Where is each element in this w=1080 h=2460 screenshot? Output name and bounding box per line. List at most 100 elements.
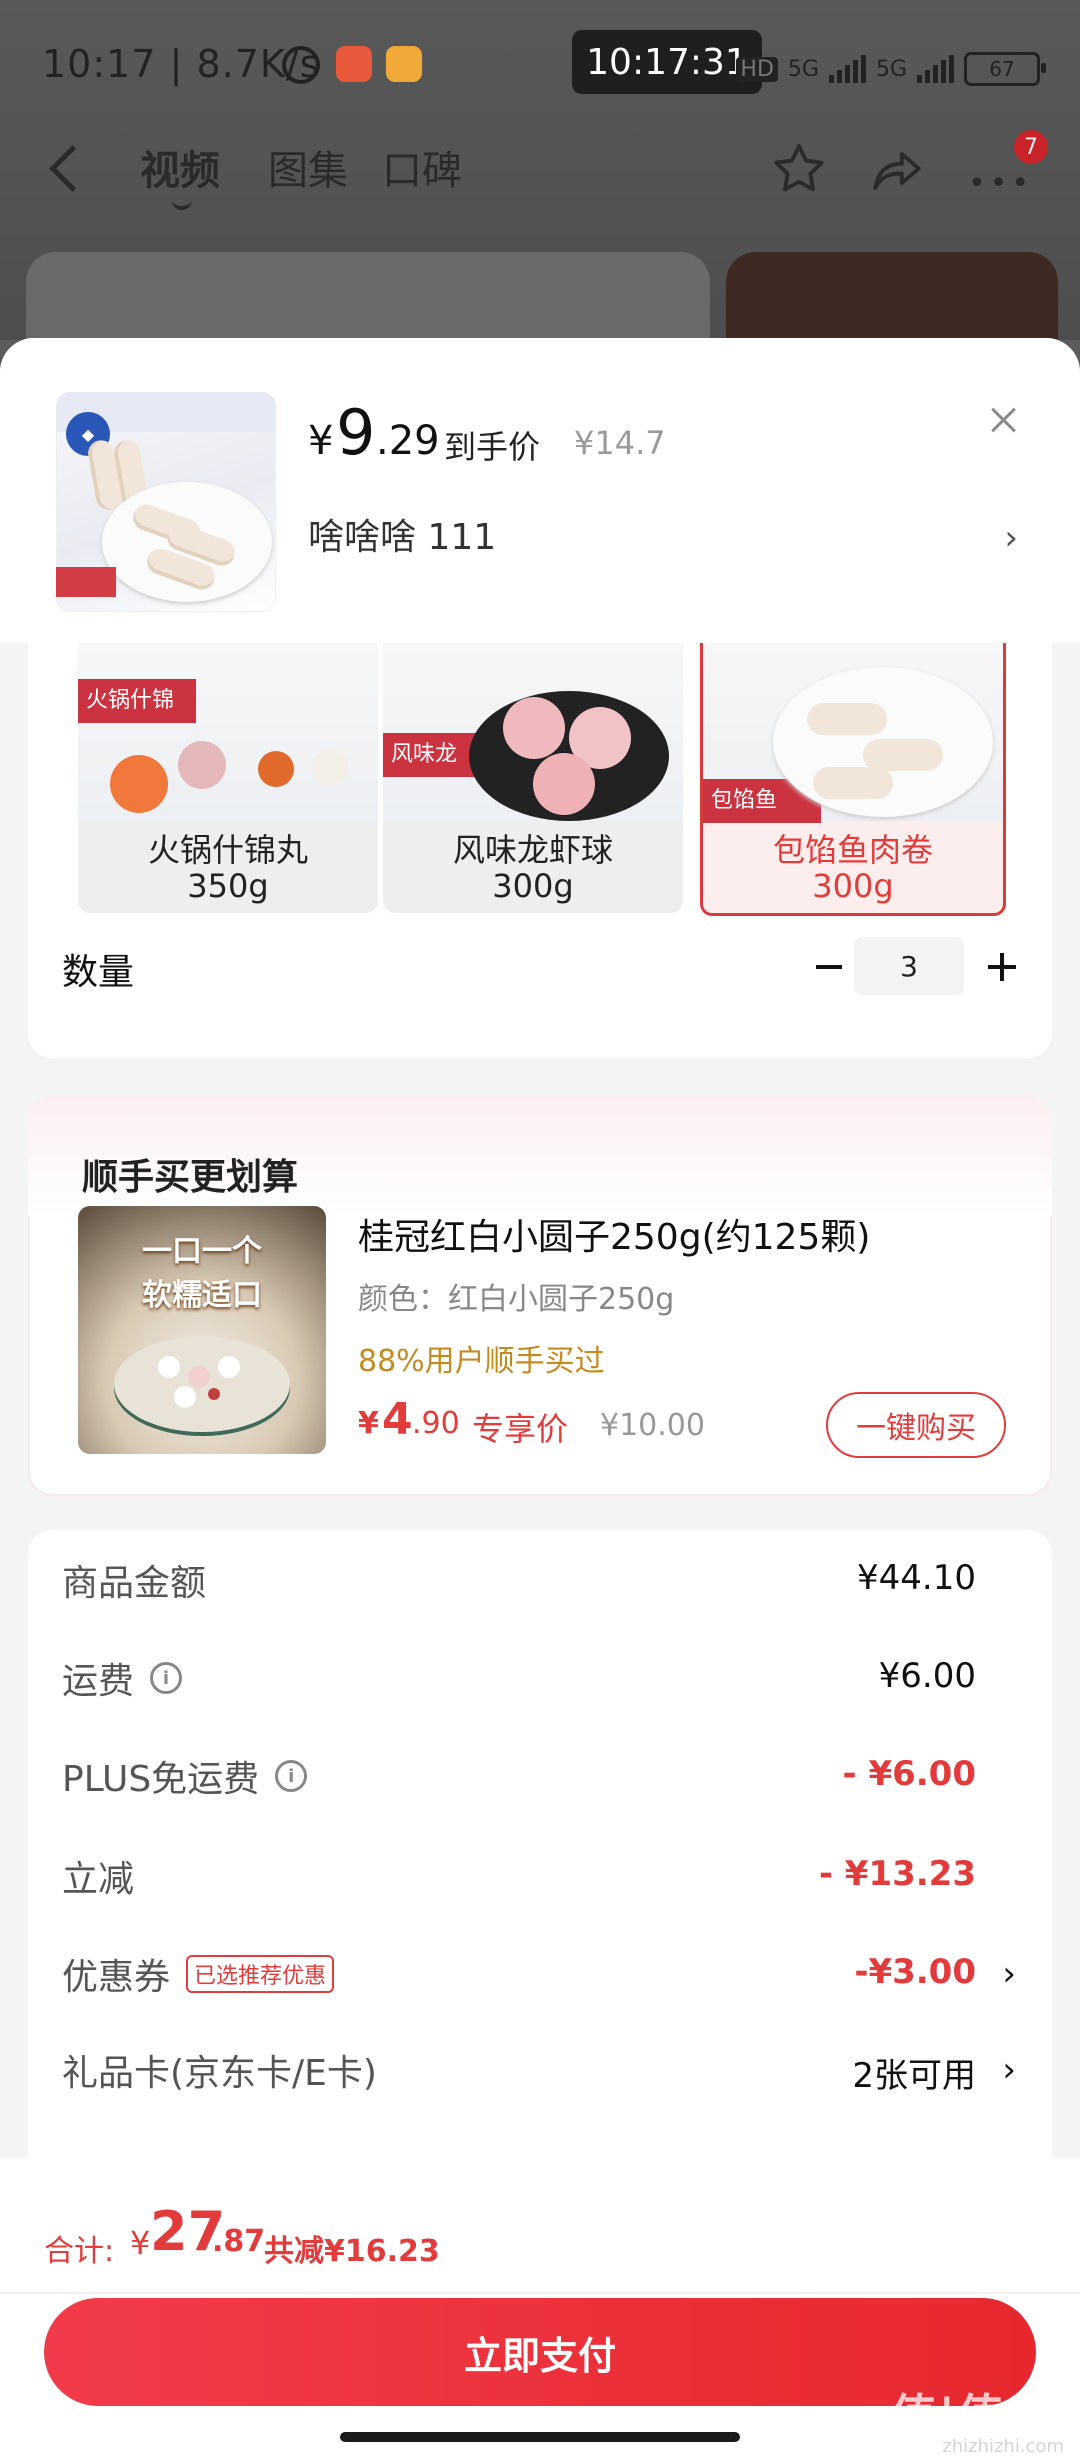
tab-gallery[interactable]: 图集 bbox=[268, 138, 348, 196]
addon-original-price: ¥10.00 bbox=[600, 1408, 705, 1443]
addon-section-title: 顺手买更划算 bbox=[82, 1157, 299, 1198]
addon-price-tag: 专享价 bbox=[472, 1410, 569, 1448]
summary-row-giftcard[interactable]: 礼品卡(京东卡/E卡) 2张可用 › bbox=[28, 2036, 1052, 2106]
price-summary: 商品金额 ¥44.10 运费 i ¥6.00 PLUS免运费 i - ¥6.00… bbox=[28, 1530, 1052, 2230]
goods-amount-value: ¥44.10 bbox=[857, 1558, 976, 1598]
info-icon[interactable]: i bbox=[150, 1662, 183, 1694]
pay-now-button[interactable]: 立即支付 bbox=[44, 2298, 1036, 2406]
addon-price-symbol: ¥ bbox=[358, 1406, 379, 1441]
variant-weight: 350g bbox=[187, 867, 269, 905]
summary-row-coupon[interactable]: 优惠券 已选推荐优惠 -¥3.00 › bbox=[28, 1940, 1052, 2010]
giftcard-label-text: 礼品卡(京东卡/E卡) bbox=[62, 2053, 377, 2094]
variant-ball bbox=[312, 749, 348, 785]
original-price: ¥14.7 bbox=[574, 424, 666, 462]
info-icon[interactable]: i bbox=[275, 1760, 308, 1792]
addon-ball bbox=[218, 1356, 240, 1378]
variant-image: 风味龙 bbox=[383, 643, 683, 821]
checkout-divider bbox=[0, 2292, 1080, 2294]
instant-discount-label: 立减 bbox=[62, 1850, 134, 1902]
screen-recording-timer: 10:17:31 bbox=[572, 30, 762, 94]
hd-icon: HD bbox=[736, 56, 778, 82]
addon-product-image[interactable]: 一口一个 软糯适口 bbox=[78, 1206, 326, 1454]
status-right-icons: HD 5G 5G 67 bbox=[736, 52, 1046, 86]
selected-spec[interactable]: 啥啥啥 111 bbox=[308, 508, 496, 560]
variant-name: 包馅鱼肉卷 bbox=[772, 831, 933, 869]
alarm-icon bbox=[282, 46, 320, 84]
chevron-right-icon[interactable]: › bbox=[1004, 518, 1018, 558]
addon-recommendation-card: 顺手买更划算 一口一个 软糯适口 桂冠红白小圆子250g(约125颗) 颜色：红… bbox=[28, 1096, 1052, 1496]
home-indicator[interactable] bbox=[340, 2432, 740, 2442]
variant-name: 火锅什锦丸 bbox=[147, 831, 308, 869]
plus-label-text: PLUS免运费 bbox=[62, 1759, 260, 1800]
price-symbol: ¥ bbox=[308, 418, 334, 464]
network-5g-label-b: 5G bbox=[875, 56, 907, 82]
coupon-value: -¥3.00 bbox=[854, 1952, 976, 1992]
quantity-input[interactable]: 3 bbox=[854, 937, 964, 995]
price-integer: 9 bbox=[336, 396, 376, 469]
variant-roll bbox=[813, 767, 893, 799]
variant-image: 火锅什锦 bbox=[78, 643, 378, 821]
variant-option-2[interactable]: 风味龙 风味龙虾球 300g bbox=[383, 643, 683, 913]
background-page: 10:17 | 8.7K/s 10:17:31 HD 5G 5G 67 视频 图… bbox=[0, 0, 1080, 372]
summary-row-instant: 立减 - ¥13.23 bbox=[28, 1842, 1052, 1912]
addon-social-proof: 88%用户顺手买过 bbox=[358, 1344, 605, 1379]
message-notification-icon bbox=[386, 46, 422, 82]
plus-free-shipping-label: PLUS免运费 i bbox=[62, 1750, 308, 1802]
purchase-sheet: ◆ ¥ 9 .29 到手价 ¥14.7 啥啥啥 111 › 火锅什锦 火锅什锦丸… bbox=[0, 338, 1080, 2460]
addon-color-spec: 颜色：红白小圆子250g bbox=[358, 1282, 675, 1317]
variant-weight: 300g bbox=[492, 867, 574, 905]
coupon-label-text: 优惠券 bbox=[62, 1957, 171, 1998]
share-icon[interactable] bbox=[868, 142, 926, 200]
tab-active-indicator bbox=[172, 196, 192, 210]
shipping-label: 运费 i bbox=[62, 1652, 183, 1704]
final-price-tag: 到手价 bbox=[444, 428, 541, 466]
addon-ball bbox=[208, 1388, 220, 1400]
tab-video[interactable]: 视频 bbox=[140, 138, 220, 196]
more-badge: 7 bbox=[1014, 130, 1048, 164]
coupon-label: 优惠券 已选推荐优惠 bbox=[62, 1948, 335, 2000]
variant-ball bbox=[533, 753, 595, 815]
product-thumbnail: ◆ bbox=[56, 392, 276, 612]
total-symbol: ¥ bbox=[130, 2224, 151, 2262]
one-click-buy-button[interactable]: 一键购买 bbox=[826, 1392, 1006, 1458]
variant-ball bbox=[503, 697, 565, 759]
quantity-decrease-button[interactable] bbox=[804, 941, 856, 993]
app-notification-icon bbox=[336, 46, 372, 82]
quantity-increase-button[interactable] bbox=[976, 941, 1028, 993]
plus-discount-value: - ¥6.00 bbox=[842, 1754, 977, 1794]
variant-option-3[interactable]: 包馅鱼 包馅鱼肉卷 300g bbox=[700, 643, 1006, 916]
tab-reviews[interactable]: 口碑 bbox=[382, 138, 462, 196]
price-decimal: .29 bbox=[376, 418, 440, 464]
total-label: 合计: bbox=[44, 2234, 115, 2269]
total-savings: 共减¥16.23 bbox=[264, 2234, 440, 2269]
variant-ball bbox=[178, 741, 226, 789]
addon-ball bbox=[188, 1366, 210, 1388]
variant-name: 风味龙虾球 bbox=[452, 831, 613, 869]
total-decimal: .87 bbox=[212, 2224, 266, 2259]
variant-band: 火锅什锦 bbox=[78, 679, 196, 723]
variant-roll bbox=[807, 703, 887, 735]
battery-icon: 67 bbox=[964, 52, 1046, 86]
close-icon[interactable] bbox=[988, 404, 1018, 434]
giftcard-label: 礼品卡(京东卡/E卡) bbox=[62, 2044, 377, 2096]
coupon-badge: 已选推荐优惠 bbox=[186, 1955, 335, 1993]
goods-amount-label: 商品金额 bbox=[62, 1554, 206, 1606]
addon-price-decimal: .90 bbox=[412, 1406, 460, 1441]
more-dots-icon[interactable]: ••• bbox=[968, 166, 1033, 201]
quantity-label: 数量 bbox=[62, 952, 135, 993]
summary-row-goods: 商品金额 ¥44.10 bbox=[28, 1546, 1052, 1616]
variant-image: 包馅鱼 bbox=[703, 643, 1003, 823]
addon-product-name[interactable]: 桂冠红白小圆子250g(约125颗) bbox=[358, 1208, 870, 1260]
shipping-label-text: 运费 bbox=[62, 1661, 135, 1702]
chevron-right-icon[interactable]: › bbox=[1002, 2050, 1016, 2090]
variant-option-1[interactable]: 火锅什锦 火锅什锦丸 350g bbox=[78, 643, 378, 913]
favorite-star-icon[interactable] bbox=[770, 140, 828, 198]
status-time-speed: 10:17 | 8.7K/s bbox=[42, 42, 321, 86]
chevron-right-icon[interactable]: › bbox=[1002, 1954, 1016, 1994]
site-watermark-url: zhizhizhi.com bbox=[942, 2436, 1064, 2457]
back-arrow-icon[interactable] bbox=[49, 145, 96, 192]
variant-panel: 火锅什锦 火锅什锦丸 350g 风味龙 风味龙虾球 300g 包馅鱼 包馅鱼肉卷… bbox=[28, 643, 1052, 1058]
giftcard-value: 2张可用 bbox=[852, 2056, 976, 2096]
variant-weight: 300g bbox=[812, 867, 894, 905]
instant-discount-value: - ¥13.23 bbox=[818, 1854, 976, 1894]
